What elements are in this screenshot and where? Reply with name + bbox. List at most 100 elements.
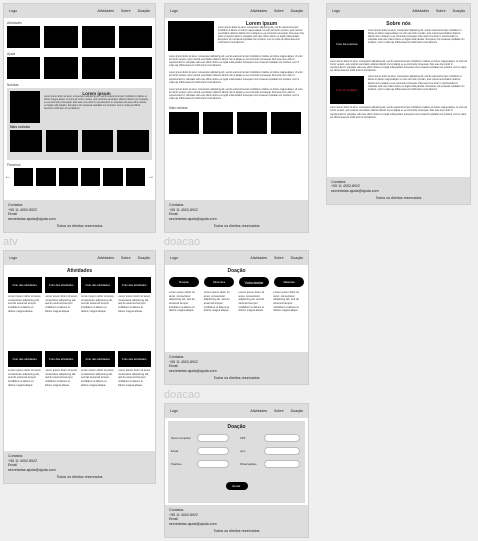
activity-photo[interactable]: Foto das atividades <box>8 351 42 367</box>
footer-email[interactable]: secretarias.ajuda@ajuda.com <box>169 522 304 527</box>
activity-image[interactable] <box>44 26 78 48</box>
activity-card[interactable]: Foto das atividades Lorem ipsum dolor sit… <box>117 277 151 348</box>
partner-logo[interactable] <box>103 168 123 186</box>
activity-card[interactable]: Foto das atividades Lorem ipsum dolor sit… <box>81 277 115 348</box>
arrow-left-icon[interactable]: ← <box>5 174 11 180</box>
submit-button[interactable]: Enviar <box>225 482 248 490</box>
article-paragraph: Lorem ipsum dolor sit amet, consectetur … <box>169 88 303 101</box>
navbar: Logo Atividades Sobre Doação <box>4 4 155 18</box>
logo[interactable]: Logo <box>9 9 91 13</box>
nav-link-sobre[interactable]: Sobre <box>436 9 446 13</box>
activity-card[interactable]: Foto das atividades Lorem ipsum dolor sit… <box>44 277 78 348</box>
activity-image[interactable] <box>7 26 41 48</box>
activity-photo[interactable]: Foto das atividades <box>81 351 115 367</box>
nav-link-doacao[interactable]: Doação <box>291 9 303 13</box>
option-roupas-button[interactable]: Roupas <box>169 277 199 287</box>
section-title-atividades: Atividades <box>7 21 22 25</box>
logo[interactable]: Logo <box>332 9 406 13</box>
partner-logo[interactable] <box>14 168 34 186</box>
arrow-right-icon[interactable]: → <box>148 174 154 180</box>
news-thumb[interactable] <box>117 130 149 152</box>
email-input[interactable] <box>197 447 229 455</box>
activity-photo[interactable]: Foto das atividades <box>44 277 78 293</box>
cpm-input[interactable] <box>264 447 300 455</box>
nav-link-atividades[interactable]: Atividades <box>250 9 267 13</box>
activity-photo[interactable]: Foto das atividades <box>8 277 42 293</box>
section-title-parceiros: Parceiros <box>7 163 21 167</box>
news-article-frame: Logo Atividades Sobre Doação Lorem ipsum… <box>164 3 309 233</box>
activity-image[interactable] <box>81 26 115 48</box>
help-image[interactable] <box>44 57 78 79</box>
nav-link-doacao[interactable]: Doação <box>138 9 150 13</box>
activity-card[interactable]: Foto das atividades Lorem ipsum dolor sit… <box>81 351 115 422</box>
activity-photo[interactable]: Foto das atividades <box>81 277 115 293</box>
footer-email[interactable]: secretarias.ajuda@ajuda.com <box>331 189 466 194</box>
help-image[interactable] <box>7 57 41 79</box>
footer-rights: Todos os direitos reservados <box>375 196 422 201</box>
news-thumb[interactable] <box>271 112 301 135</box>
news-thumb[interactable] <box>10 130 42 152</box>
activities-frame: Logo Atividades Sobre Doação Atividades … <box>3 250 156 484</box>
partner-logo[interactable] <box>58 168 78 186</box>
observacoes-input[interactable] <box>264 460 300 468</box>
logo[interactable]: Logo <box>170 256 244 260</box>
nav-link-sobre[interactable]: Sobre <box>121 256 131 260</box>
activity-photo[interactable]: Foto das atividades <box>117 277 151 293</box>
more-news-label[interactable]: Mais notícias <box>169 106 304 110</box>
telefone-input[interactable] <box>197 460 229 468</box>
nav-link-sobre[interactable]: Sobre <box>121 9 131 13</box>
logo[interactable]: Logo <box>170 409 244 413</box>
partner-logo[interactable] <box>36 168 56 186</box>
news-thumb[interactable] <box>45 130 78 152</box>
partner-logo[interactable] <box>125 168 145 186</box>
footer-email[interactable]: secretarias.ajuda@ajuda.com <box>169 217 304 222</box>
activity-description: Lorem ipsum dolor sit amet, consectetur … <box>117 369 151 387</box>
logo[interactable]: Logo <box>170 9 244 13</box>
help-image[interactable] <box>81 57 115 79</box>
nav-link-atividades[interactable]: Atividades <box>97 9 114 13</box>
about-paragraph: Lorem ipsum dolor sit amet, consectetur … <box>330 107 467 119</box>
activity-photo[interactable]: Foto das atividades <box>117 351 151 367</box>
nav-link-atividades[interactable]: Atividades <box>250 409 267 413</box>
news-thumb[interactable] <box>169 112 199 135</box>
help-image[interactable] <box>118 57 152 79</box>
nav-link-doacao[interactable]: Doação <box>453 9 465 13</box>
activity-image[interactable] <box>118 26 152 48</box>
frame-label-doacao: doacao <box>164 236 201 248</box>
nav-link-doacao[interactable]: Doação <box>291 409 303 413</box>
activity-description: Lorem ipsum dolor sit amet, consectetur … <box>117 295 151 313</box>
nav-link-doacao[interactable]: Doação <box>138 256 150 260</box>
more-news-label[interactable]: Mais notícias <box>10 125 149 129</box>
news-thumb[interactable] <box>203 112 233 135</box>
news-image[interactable] <box>10 91 40 123</box>
nav-link-atividades[interactable]: Atividades <box>412 9 429 13</box>
donation-form: Doação Nome completo Email Telefone CPF … <box>168 421 305 503</box>
news-thumb[interactable] <box>237 112 267 135</box>
article-image <box>168 21 214 51</box>
cpf-input[interactable] <box>264 434 300 442</box>
article-intro: Lorem ipsum dolor sit amet, consectetur … <box>218 27 305 45</box>
footer-email[interactable]: secretarias.ajuda@ajuda.com <box>169 369 304 374</box>
option-materiais-button[interactable]: Materiais <box>274 277 304 287</box>
nome-completo-input[interactable] <box>197 434 229 442</box>
nav-link-atividades[interactable]: Atividades <box>250 256 267 260</box>
nav-link-doacao[interactable]: Doação <box>291 256 303 260</box>
activity-card[interactable]: Foto das atividades Lorem ipsum dolor sit… <box>117 351 151 422</box>
footer-email[interactable]: secretarias.ajuda@ajuda.com <box>8 217 151 222</box>
footer-email[interactable]: secretarias.ajuda@ajuda.com <box>8 468 151 473</box>
activity-card[interactable]: Foto das atividades Lorem ipsum dolor sit… <box>44 351 78 422</box>
field-label-telefone: Telefone <box>171 462 182 466</box>
activity-card[interactable]: Foto das atividades Lorem ipsum dolor sit… <box>8 351 42 422</box>
news-thumb[interactable] <box>81 130 114 152</box>
option-alimentos-button[interactable]: Alimentos <box>204 277 234 287</box>
option-voluntariar-button[interactable]: Voluntariar <box>239 277 269 287</box>
partner-logo[interactable] <box>80 168 101 186</box>
nav-link-atividades[interactable]: Atividades <box>97 256 114 260</box>
activity-photo[interactable]: Foto das atividades <box>44 351 78 367</box>
activity-card[interactable]: Foto das atividades Lorem ipsum dolor sit… <box>8 277 42 348</box>
logo[interactable]: Logo <box>9 256 91 260</box>
nav-link-sobre[interactable]: Sobre <box>274 409 284 413</box>
nav-link-sobre[interactable]: Sobre <box>274 9 284 13</box>
nav-link-sobre[interactable]: Sobre <box>274 256 284 260</box>
navbar: Logo Atividades Sobre Doação <box>165 4 308 18</box>
